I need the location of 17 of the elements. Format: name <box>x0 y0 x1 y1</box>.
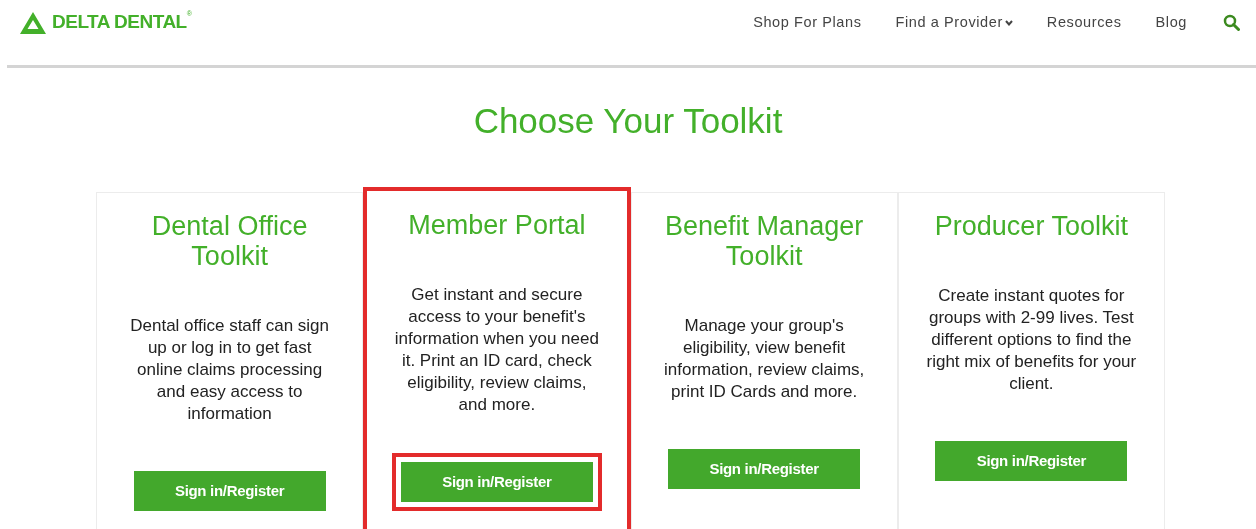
card-description: Create instant quotes for groups with 2-99 lives. Test different options to find the right mix of benefits for your client. <box>925 285 1138 395</box>
card-heading: Benefit Manager Toolkit <box>664 211 865 271</box>
card-description: Dental office staff can sign up or log in to get fast online claims processing and easy access to information <box>129 315 330 425</box>
nav-link[interactable]: Shop For Plans <box>753 11 862 34</box>
page-title: Choose Your Toolkit <box>472 100 784 142</box>
chevron-down-icon <box>1004 19 1013 26</box>
search-icon[interactable] <box>1223 14 1240 31</box>
nav-link[interactable]: Blog <box>1155 11 1187 34</box>
logo-icon <box>20 11 46 34</box>
card-heading: Producer Toolkit <box>934 211 1128 241</box>
card-heading: Dental Office Toolkit <box>150 211 309 271</box>
nav-link[interactable]: Resources <box>1046 11 1122 34</box>
card-description: Manage your group's eligibility, view benefit information, review claims, print ID Cards and more. <box>663 315 866 403</box>
nav-link[interactable]: Find a Provider <box>895 11 1013 34</box>
logo-text: DELTA DENTAL <box>52 11 187 35</box>
card-heading: Member Portal <box>408 210 586 240</box>
card-description: Get instant and secure access to your benefit's information when you need it. Print an ID card, check eligibility, review claims, and more. <box>393 284 600 416</box>
